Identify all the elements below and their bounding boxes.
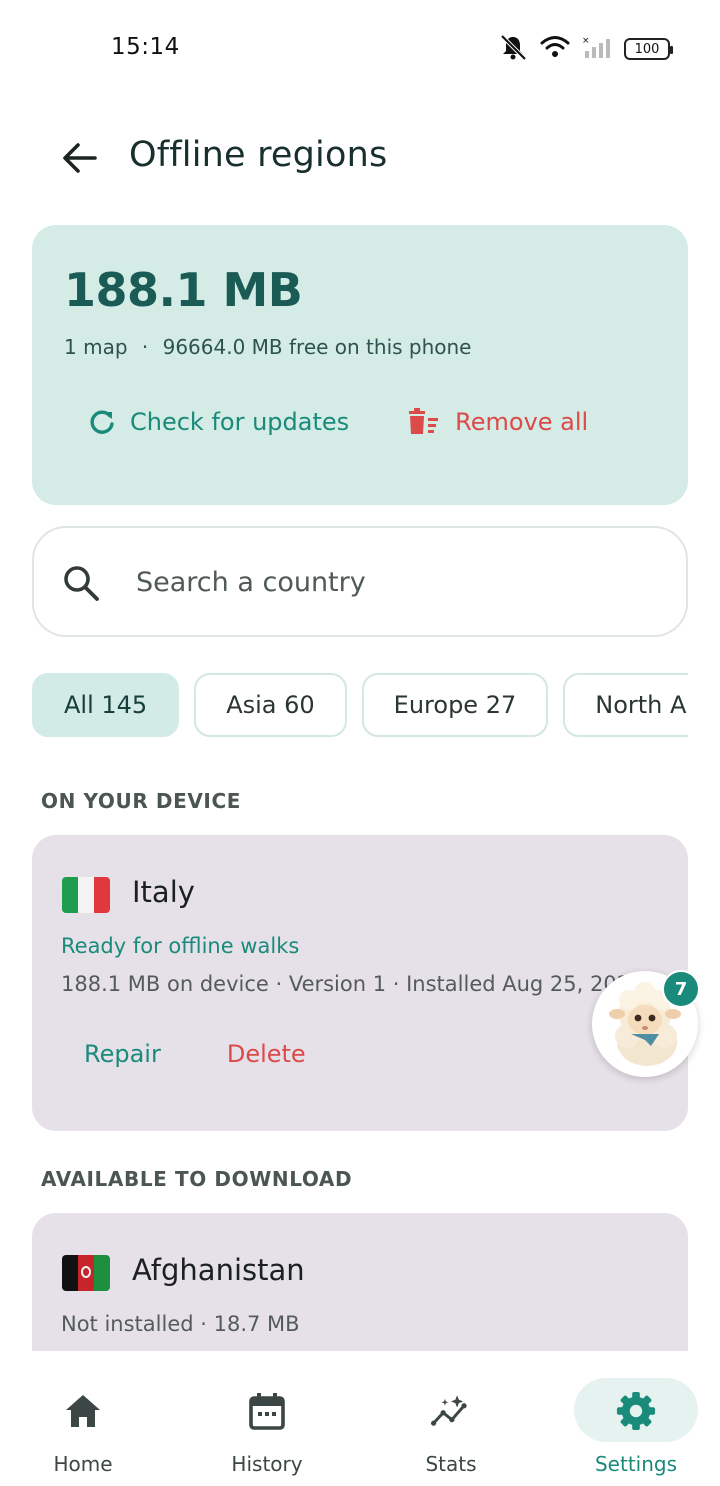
region-filter-chips: All 145Asia 60Europe 27North America	[32, 673, 688, 738]
top-app-bar: Offline regions	[0, 120, 720, 196]
storage-total: 188.1 MB	[64, 263, 303, 317]
gear-icon	[616, 1391, 656, 1431]
region-status: Ready for offline walks	[61, 934, 300, 958]
chip-asia[interactable]: Asia 60	[194, 673, 347, 737]
mute-icon	[498, 34, 528, 64]
svg-text:×: ×	[582, 36, 590, 46]
check-updates-label: Check for updates	[130, 408, 350, 436]
chip-europe[interactable]: Europe 27	[361, 673, 549, 737]
status-bar: 15:14 × 100	[0, 0, 720, 96]
region-actions: Repair Delete	[84, 1040, 306, 1068]
nav-settings-label: Settings	[594, 1452, 678, 1476]
bottom-navigation: Home History Stats Settings	[0, 1351, 720, 1486]
chip-north-america[interactable]: North America	[563, 673, 688, 737]
country-search	[32, 526, 688, 637]
map-count: 1 map	[64, 335, 128, 359]
region-meta: Not installed · 18.7 MB	[61, 1312, 300, 1336]
afghanistan-flag-icon	[62, 1255, 110, 1291]
nav-stats[interactable]: Stats	[361, 1351, 541, 1486]
delete-sweep-icon	[409, 408, 439, 434]
remove-all-label: Remove all	[455, 408, 589, 436]
search-icon	[64, 566, 99, 601]
chip-all[interactable]: All 145	[32, 673, 180, 737]
search-input[interactable]	[136, 560, 656, 604]
nav-history[interactable]: History	[177, 1351, 357, 1486]
nav-stats-label: Stats	[425, 1452, 477, 1476]
nav-history-label: History	[231, 1452, 303, 1476]
section-available: AVAILABLE TO DOWNLOAD	[41, 1167, 353, 1191]
repair-button[interactable]: Repair	[84, 1040, 161, 1068]
region-name: Italy	[132, 875, 195, 909]
delete-button[interactable]: Delete	[227, 1040, 306, 1068]
italy-flag-icon	[62, 877, 110, 913]
nav-home-label: Home	[53, 1452, 113, 1476]
calendar-icon	[247, 1391, 287, 1431]
free-space: 96664.0 MB free on this phone	[162, 335, 472, 359]
available-region-card[interactable]: Afghanistan Not installed · 18.7 MB	[32, 1213, 688, 1373]
storage-details: 1 map · 96664.0 MB free on this phone	[64, 335, 472, 359]
status-time: 15:14	[111, 34, 180, 60]
nav-settings[interactable]: Settings	[546, 1351, 720, 1486]
battery-icon: 100	[624, 38, 673, 60]
installed-region-card: Italy Ready for offline walks 188.1 MB o…	[32, 835, 688, 1131]
wifi-icon	[540, 35, 570, 63]
storage-summary-card: 188.1 MB 1 map · 96664.0 MB free on this…	[32, 225, 688, 505]
remove-all-button[interactable]: Remove all	[407, 408, 588, 436]
separator-dot: ·	[141, 335, 149, 359]
check-updates-button[interactable]: Check for updates	[88, 408, 349, 436]
arrow-left-icon	[63, 143, 97, 173]
back-button[interactable]	[56, 134, 104, 182]
notification-badge: 7	[662, 970, 700, 1008]
page-title: Offline regions	[129, 135, 388, 175]
storage-actions: Check for updates Remove all	[88, 408, 588, 436]
insights-icon	[431, 1391, 471, 1431]
nav-home[interactable]: Home	[0, 1351, 173, 1486]
status-icons: × 100	[498, 34, 673, 64]
section-on-device: ON YOUR DEVICE	[41, 789, 242, 813]
region-meta: 188.1 MB on device · Version 1 · Install…	[61, 972, 644, 996]
refresh-icon	[90, 410, 114, 434]
home-icon	[63, 1391, 103, 1431]
region-name: Afghanistan	[132, 1253, 305, 1287]
signal-icon: ×	[582, 35, 612, 63]
